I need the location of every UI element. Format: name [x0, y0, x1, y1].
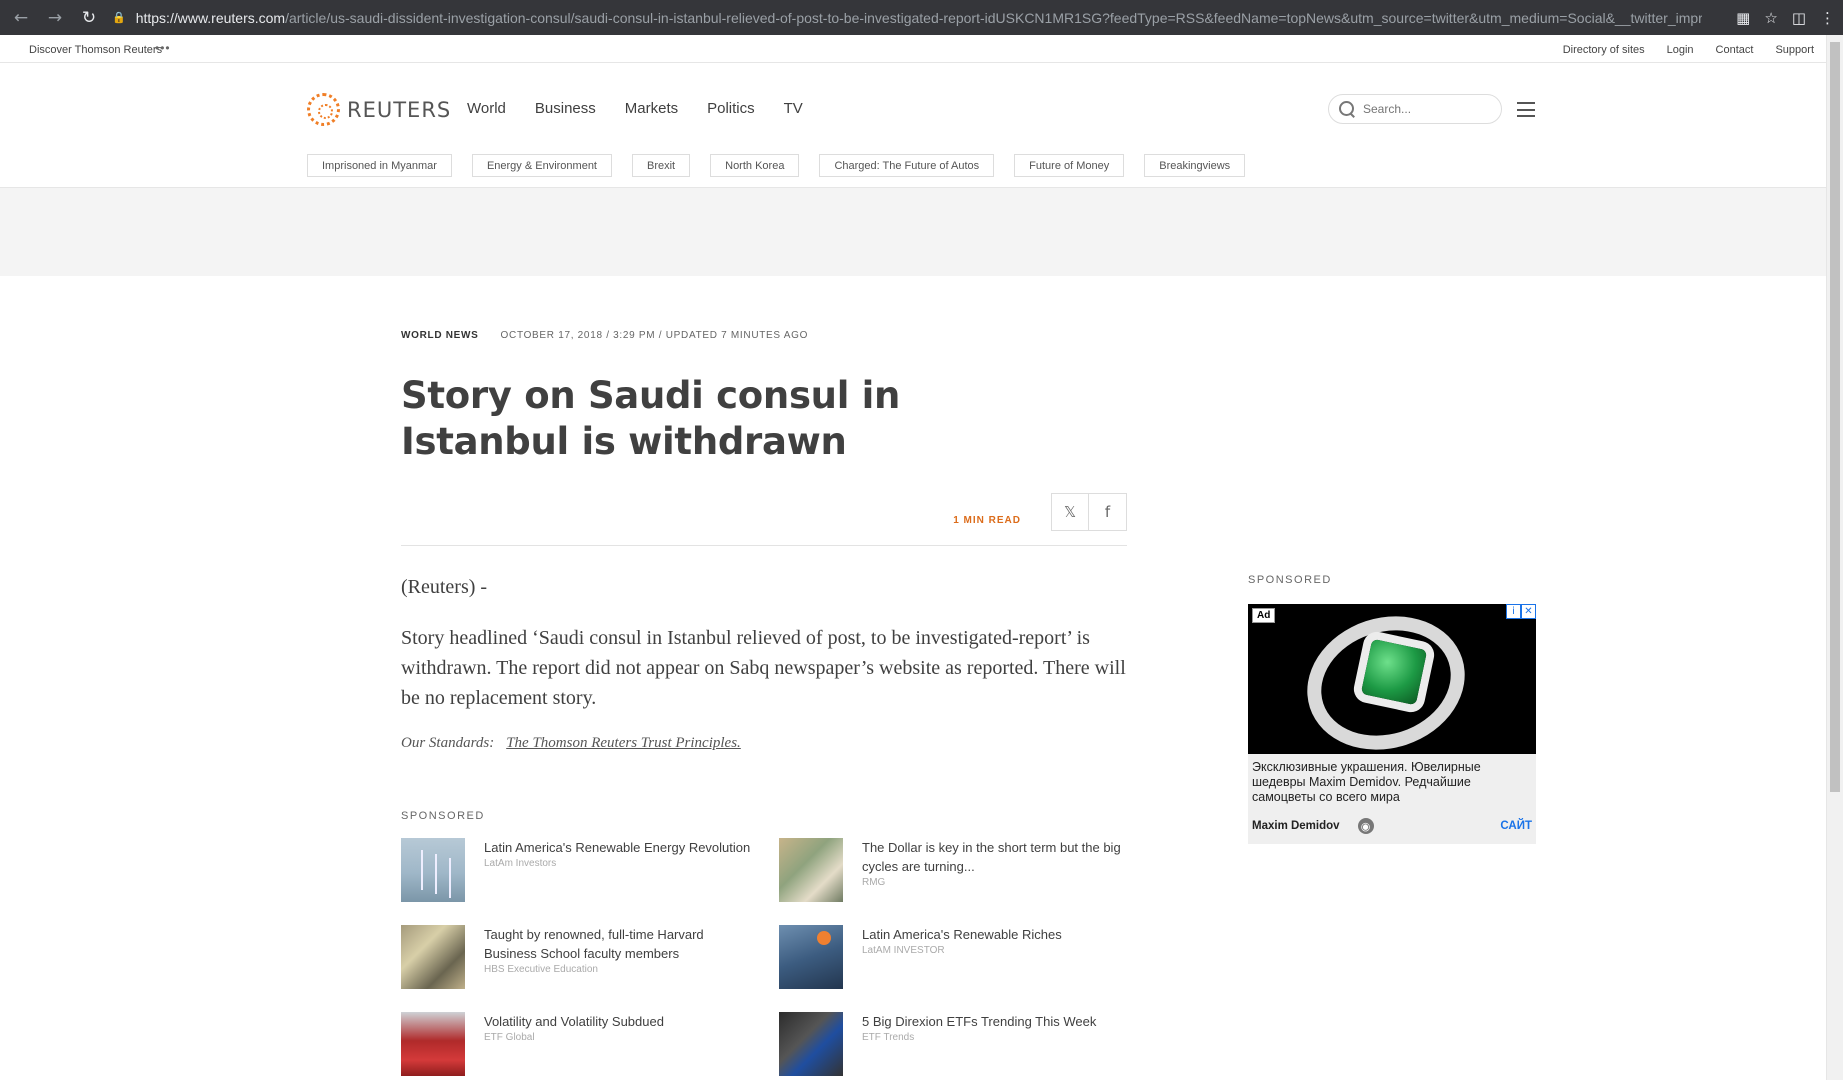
solar-worker-thumbnail[interactable]: [779, 925, 843, 989]
contact-link[interactable]: Contact: [1716, 44, 1754, 56]
sponsored-title[interactable]: Volatility and Volatility Subdued: [484, 1012, 754, 1031]
url-host: https://www.reuters.com: [135, 9, 286, 26]
directory-link[interactable]: Directory of sites: [1563, 44, 1645, 56]
sponsored-item[interactable]: 5 Big Direxion ETFs Trending This Week ET…: [779, 1012, 1127, 1076]
dateline: (Reuters) -: [401, 576, 488, 598]
url-path: /article/us-saudi-dissident-investigatio…: [285, 9, 1702, 26]
sponsored-section: SPONSORED Latin America's Renewable Ener…: [401, 810, 1127, 1076]
read-time: 1 MIN READ: [953, 515, 1021, 526]
forward-icon[interactable]: →: [42, 5, 68, 31]
topic-chip[interactable]: Breakingviews: [1144, 154, 1246, 177]
nav-markets[interactable]: Markets: [625, 100, 678, 117]
sponsored-source: LatAM INVESTOR: [862, 945, 945, 956]
reuters-logo[interactable]: REUTERS: [307, 93, 451, 126]
section-label[interactable]: WORLD NEWS: [401, 330, 479, 341]
sponsored-item[interactable]: The Dollar is key in the short term but …: [779, 838, 1127, 902]
article-headline: Story on Saudi consul in Istanbul is wit…: [401, 374, 901, 463]
page-scrollbar[interactable]: [1826, 35, 1843, 1080]
sponsored-item[interactable]: Taught by renowned, full-time Harvard Bu…: [401, 925, 779, 989]
extension-icon[interactable]: ◫: [1792, 9, 1806, 27]
hamburger-menu-icon[interactable]: [1517, 102, 1535, 117]
article: WORLD NEWS OCTOBER 17, 2018 / 3:29 PM / …: [401, 330, 1127, 1076]
support-link[interactable]: Support: [1775, 44, 1814, 56]
topic-chip[interactable]: Future of Money: [1014, 154, 1125, 177]
rollercoaster-thumbnail[interactable]: [401, 1012, 465, 1076]
ad-badge: Ad: [1252, 608, 1276, 623]
sponsored-title[interactable]: Latin America's Renewable Riches: [862, 925, 1127, 944]
standards-label: Our Standards:: [401, 735, 495, 751]
emerald-ring-image[interactable]: Ad i ✕: [1248, 604, 1536, 754]
nav-business[interactable]: Business: [535, 100, 596, 117]
sponsored-grid: Latin America's Renewable Energy Revolut…: [401, 838, 1127, 1076]
search-box[interactable]: [1328, 94, 1502, 124]
login-link[interactable]: Login: [1667, 44, 1694, 56]
topic-chip[interactable]: Energy & Environment: [471, 154, 612, 177]
sponsored-label: SPONSORED: [401, 810, 485, 822]
adchoices-icon[interactable]: i: [1506, 604, 1521, 619]
topic-chip[interactable]: Brexit: [632, 154, 691, 177]
harvard-building-thumbnail[interactable]: [401, 925, 465, 989]
translate-icon[interactable]: ▦: [1736, 9, 1750, 27]
sponsored-title[interactable]: Latin America's Renewable Energy Revolut…: [484, 838, 754, 857]
body-paragraph: Story headlined ‘Saudi consul in Istanbu…: [401, 627, 1126, 709]
more-icon[interactable]: •••: [155, 41, 171, 55]
ad-copy[interactable]: Эксклюзивные украшения. Ювелирные шедевр…: [1248, 754, 1536, 805]
search-input[interactable]: [1363, 102, 1493, 116]
logo-mark-icon: [307, 93, 340, 126]
back-icon[interactable]: ←: [8, 5, 34, 31]
facebook-share-icon[interactable]: f: [1089, 493, 1127, 531]
sponsored-source: ETF Global: [484, 1032, 535, 1043]
nav-politics[interactable]: Politics: [707, 100, 755, 117]
lock-icon: 🔒: [112, 12, 126, 24]
article-meta: WORLD NEWS OCTOBER 17, 2018 / 3:29 PM / …: [401, 330, 1127, 341]
logo-text: REUTERS: [347, 97, 452, 122]
main-nav: World Business Markets Politics TV: [467, 100, 803, 117]
nav-tv[interactable]: TV: [784, 100, 803, 117]
sponsored-source: LatAm Investors: [484, 858, 557, 869]
sponsored-item[interactable]: Volatility and Volatility Subdued ETF Glo…: [401, 1012, 779, 1076]
wind-turbines-thumbnail[interactable]: [401, 838, 465, 902]
trust-principles-link[interactable]: The Thomson Reuters Trust Principles.: [506, 735, 741, 751]
standards-line: Our Standards: The Thomson Reuters Trust …: [401, 735, 1127, 752]
sponsored-item[interactable]: Latin America's Renewable Energy Revolut…: [401, 838, 779, 902]
sponsored-title[interactable]: Taught by renowned, full-time Harvard Bu…: [484, 925, 754, 963]
ad-footer: Maxim Demidov ◉ САЙТ: [1252, 818, 1532, 834]
star-icon[interactable]: ☆: [1764, 9, 1777, 27]
discover-link[interactable]: Discover Thomson Reuters: [29, 44, 162, 56]
topic-chips: Imprisoned in Myanmar Energy & Environme…: [307, 154, 1265, 177]
utility-bar: Discover Thomson Reuters ••• Directory o…: [0, 35, 1826, 63]
ad-cta-button[interactable]: САЙТ: [1500, 820, 1532, 832]
topic-chip[interactable]: Charged: The Future of Autos: [819, 154, 995, 177]
globe-icon[interactable]: ◉: [1357, 818, 1374, 834]
search-icon[interactable]: [1339, 101, 1355, 117]
right-rail: SPONSORED Ad i ✕ Эксклюзивные украшения.…: [1248, 574, 1536, 844]
sponsored-title[interactable]: The Dollar is key in the short term but …: [862, 838, 1127, 876]
topic-chip[interactable]: North Korea: [710, 154, 800, 177]
sponsored-title[interactable]: 5 Big Direxion ETFs Trending This Week: [862, 1012, 1127, 1031]
topic-chip[interactable]: Imprisoned in Myanmar: [307, 154, 452, 177]
menu-kebab-icon[interactable]: ⋮: [1820, 9, 1835, 27]
address-bar[interactable]: 🔒 https://www.reuters.com/article/us-sau…: [112, 6, 1702, 29]
browser-toolbar: ← → ↻ 🔒 https://www.reuters.com/article/…: [0, 0, 1843, 35]
rail-sponsored-label: SPONSORED: [1248, 574, 1332, 586]
sponsored-source: ETF Trends: [862, 1032, 915, 1043]
reload-icon[interactable]: ↻: [76, 5, 102, 31]
scrollbar-thumb[interactable]: [1830, 42, 1840, 792]
sponsored-source: HBS Executive Education: [484, 964, 598, 975]
dollar-bills-thumbnail[interactable]: [779, 838, 843, 902]
ad-advertiser[interactable]: Maxim Demidov: [1252, 820, 1340, 832]
article-body: (Reuters) - Story headlined ‘Saudi consu…: [401, 576, 1127, 752]
display-ad[interactable]: Ad i ✕ Эксклюзивные украшения. Ювелирные…: [1248, 604, 1536, 844]
close-ad-icon[interactable]: ✕: [1521, 604, 1536, 619]
read-share-row: 1 MIN READ 𝕏 f: [401, 492, 1127, 546]
nav-world[interactable]: World: [467, 100, 506, 117]
leaderboard-ad-slot: [0, 188, 1826, 276]
sponsored-source: RMG: [862, 877, 886, 888]
utility-links: Directory of sites Login Contact Support: [1563, 44, 1814, 56]
article-timestamp: OCTOBER 17, 2018 / 3:29 PM / UPDATED 7 M…: [500, 330, 809, 341]
sponsored-item[interactable]: Latin America's Renewable Riches LatAM IN…: [779, 925, 1127, 989]
keyboard-thumbnail[interactable]: [779, 1012, 843, 1076]
twitter-share-icon[interactable]: 𝕏: [1051, 493, 1089, 531]
